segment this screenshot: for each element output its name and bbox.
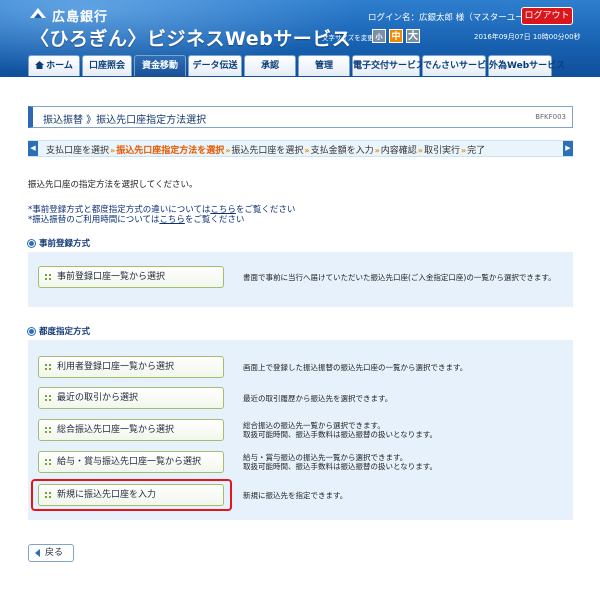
nav-tab-e-delivery[interactable]: 電子交付サービス	[352, 55, 425, 76]
button-label: 利用者登録口座一覧から選択	[57, 362, 175, 372]
step-list: 支払口座を選択»振込先口座指定方法を選択»振込先口座を選択»支払金額を入力»内容…	[46, 143, 485, 156]
step-item: 内容確認	[380, 146, 417, 156]
progress-steps: ◀ 支払口座を選択»振込先口座指定方法を選択»振込先口座を選択»支払金額を入力»…	[28, 140, 573, 157]
select-user-registered-accounts-button[interactable]: 利用者登録口座一覧から選択	[38, 356, 224, 378]
font-size-medium-button[interactable]: 中	[389, 29, 403, 43]
section-title-pre-registered: 事前登録方式	[28, 237, 90, 249]
app-header: 広島銀行 〈ひろぎん〉ビジネスWebサービス ログイン名：広銀太郎 様（マスター…	[0, 0, 600, 77]
description-line: 最近の取引履歴から振込先を選択できます。	[243, 394, 393, 403]
section-title-each-time: 都度指定方式	[28, 325, 90, 337]
grip-icon	[45, 395, 52, 402]
button-label: 給与・賞与振込先口座一覧から選択	[57, 457, 202, 467]
select-general-transfer-accounts-button[interactable]: 総合振込先口座一覧から選択	[38, 419, 224, 441]
bank-logo-icon	[30, 8, 46, 18]
button-label: 総合振込先口座一覧から選択	[57, 425, 175, 435]
section-bullet-icon	[28, 328, 35, 335]
note-text: をご覧ください	[184, 215, 245, 225]
option-description: 最近の取引履歴から振込先を選択できます。	[243, 394, 392, 403]
step-item: 取引実行	[423, 146, 460, 156]
steps-scroll-right-icon[interactable]: ▶	[563, 141, 573, 156]
nav-tab-fx-web[interactable]: 外為Webサービス	[488, 55, 565, 76]
nav-tab-home[interactable]: ホーム	[28, 55, 80, 76]
description-line: 給与・賞与振込の振込先一覧から選択できます。	[243, 453, 408, 462]
grip-icon	[45, 459, 52, 466]
page-title-box: 振込振替 》振込先口座指定方法選択 BFKF003	[28, 106, 573, 128]
step-separator: »	[110, 146, 116, 155]
option-description: 総合振込の振込先一覧から選択できます。 取扱可能時間、振込手数料は振込振替の扱い…	[243, 421, 437, 439]
service-name: 〈ひろぎん〉ビジネスWebサービス	[30, 28, 352, 50]
grip-icon	[45, 427, 52, 434]
bank-name: 広島銀行	[52, 10, 109, 25]
description-line: 書面で事前に当行へ届けていただいた振込先口座(ご入金指定口座)の一覧から選択でき…	[243, 273, 556, 282]
option-description: 給与・賞与振込の振込先一覧から選択できます。 取扱可能時間、振込手数料は振込振替…	[243, 453, 437, 471]
grip-icon	[45, 364, 52, 371]
step-item: 支払口座を選択	[46, 146, 110, 156]
option-description: 新規に振込先を指定できます。	[243, 491, 347, 500]
back-button-label: 戻る	[45, 548, 64, 558]
section-bullet-icon	[28, 240, 35, 247]
option-description: 書面で事前に当行へ届けていただいた振込先口座(ご入金指定口座)の一覧から選択でき…	[243, 273, 556, 282]
nav-tab-account-inquiry[interactable]: 口座照会	[82, 55, 132, 76]
font-size-label: 文字サイズを変更	[322, 34, 374, 42]
description-line: 画面上で登録した振込振替の振込先口座の一覧から選択できます。	[243, 363, 468, 372]
section-title-label: 都度指定方式	[39, 327, 91, 337]
section-title-label: 事前登録方式	[39, 239, 91, 249]
current-datetime: 2016年09月07日 10時00分00秒	[474, 33, 581, 41]
nav-tab-approval[interactable]: 承認	[244, 55, 296, 76]
button-label: 事前登録口座一覧から選択	[57, 272, 166, 282]
enter-new-account-button[interactable]: 新規に振込先口座を入力	[38, 484, 224, 506]
logout-button[interactable]: ログアウト	[521, 7, 573, 25]
description-line: 取扱可能時間、振込手数料は振込振替の扱いとなります。	[243, 462, 438, 471]
nav-tab-data-transmission[interactable]: データ伝送	[188, 55, 242, 76]
button-label: 新規に振込先口座を入力	[57, 490, 157, 500]
grip-icon	[45, 492, 52, 499]
step-item: 完了	[467, 146, 486, 156]
description-line: 総合振込の振込先一覧から選択できます。	[243, 421, 385, 430]
note-text: *振込振替のご利用時間については	[28, 215, 160, 225]
nav-tab-label: ホーム	[46, 61, 73, 71]
screen-id: BFKF003	[535, 113, 566, 121]
select-pre-registered-accounts-button[interactable]: 事前登録口座一覧から選択	[38, 266, 224, 288]
step-separator: »	[225, 146, 231, 155]
select-recent-transactions-button[interactable]: 最近の取引から選択	[38, 387, 224, 409]
home-icon	[35, 61, 45, 69]
option-description: 画面上で登録した振込振替の振込先口座の一覧から選択できます。	[243, 363, 467, 372]
font-size-small-button[interactable]: 小	[372, 29, 386, 43]
page-title: 振込振替 》振込先口座指定方法選択	[43, 115, 207, 126]
grip-icon	[45, 274, 52, 281]
nav-tab-management[interactable]: 管理	[298, 55, 350, 76]
font-size-large-button[interactable]: 大	[406, 29, 420, 43]
step-separator: »	[374, 146, 380, 155]
note-text: をご覧ください	[235, 205, 296, 215]
note-service-hours: *振込振替のご利用時間についてはこちらをご覧ください	[28, 213, 244, 225]
note-link-service-hours[interactable]: こちら	[159, 215, 185, 225]
button-label: 最近の取引から選択	[57, 393, 139, 403]
step-separator: »	[417, 146, 423, 155]
step-separator: »	[460, 146, 467, 155]
step-item: 振込先口座を選択	[231, 146, 304, 156]
step-item-current: 振込先口座指定方法を選択	[116, 146, 225, 156]
nav-tab-densai[interactable]: でんさいサービス	[422, 55, 495, 76]
description-line: 取扱可能時間、振込手数料は振込振替の扱いとなります。	[243, 430, 438, 439]
login-user-name: ログイン名：広銀太郎 様（マスターユーザ）	[368, 13, 541, 23]
step-item: 支払金額を入力	[310, 146, 374, 156]
select-payroll-transfer-accounts-button[interactable]: 給与・賞与振込先口座一覧から選択	[38, 451, 224, 473]
back-button[interactable]: 戻る	[28, 544, 74, 562]
step-separator: »	[304, 146, 310, 155]
nav-tab-transfer[interactable]: 資金移動	[134, 55, 186, 76]
instruction-text: 振込先口座の指定方法を選択してください。	[28, 180, 198, 190]
description-line: 新規に振込先を指定できます。	[243, 491, 348, 500]
main-nav: ホーム 口座照会 資金移動 データ伝送 承認 管理 電子交付サービス でんさいサ…	[28, 55, 573, 76]
steps-scroll-left-icon[interactable]: ◀	[28, 141, 38, 156]
back-arrow-icon	[35, 549, 40, 557]
